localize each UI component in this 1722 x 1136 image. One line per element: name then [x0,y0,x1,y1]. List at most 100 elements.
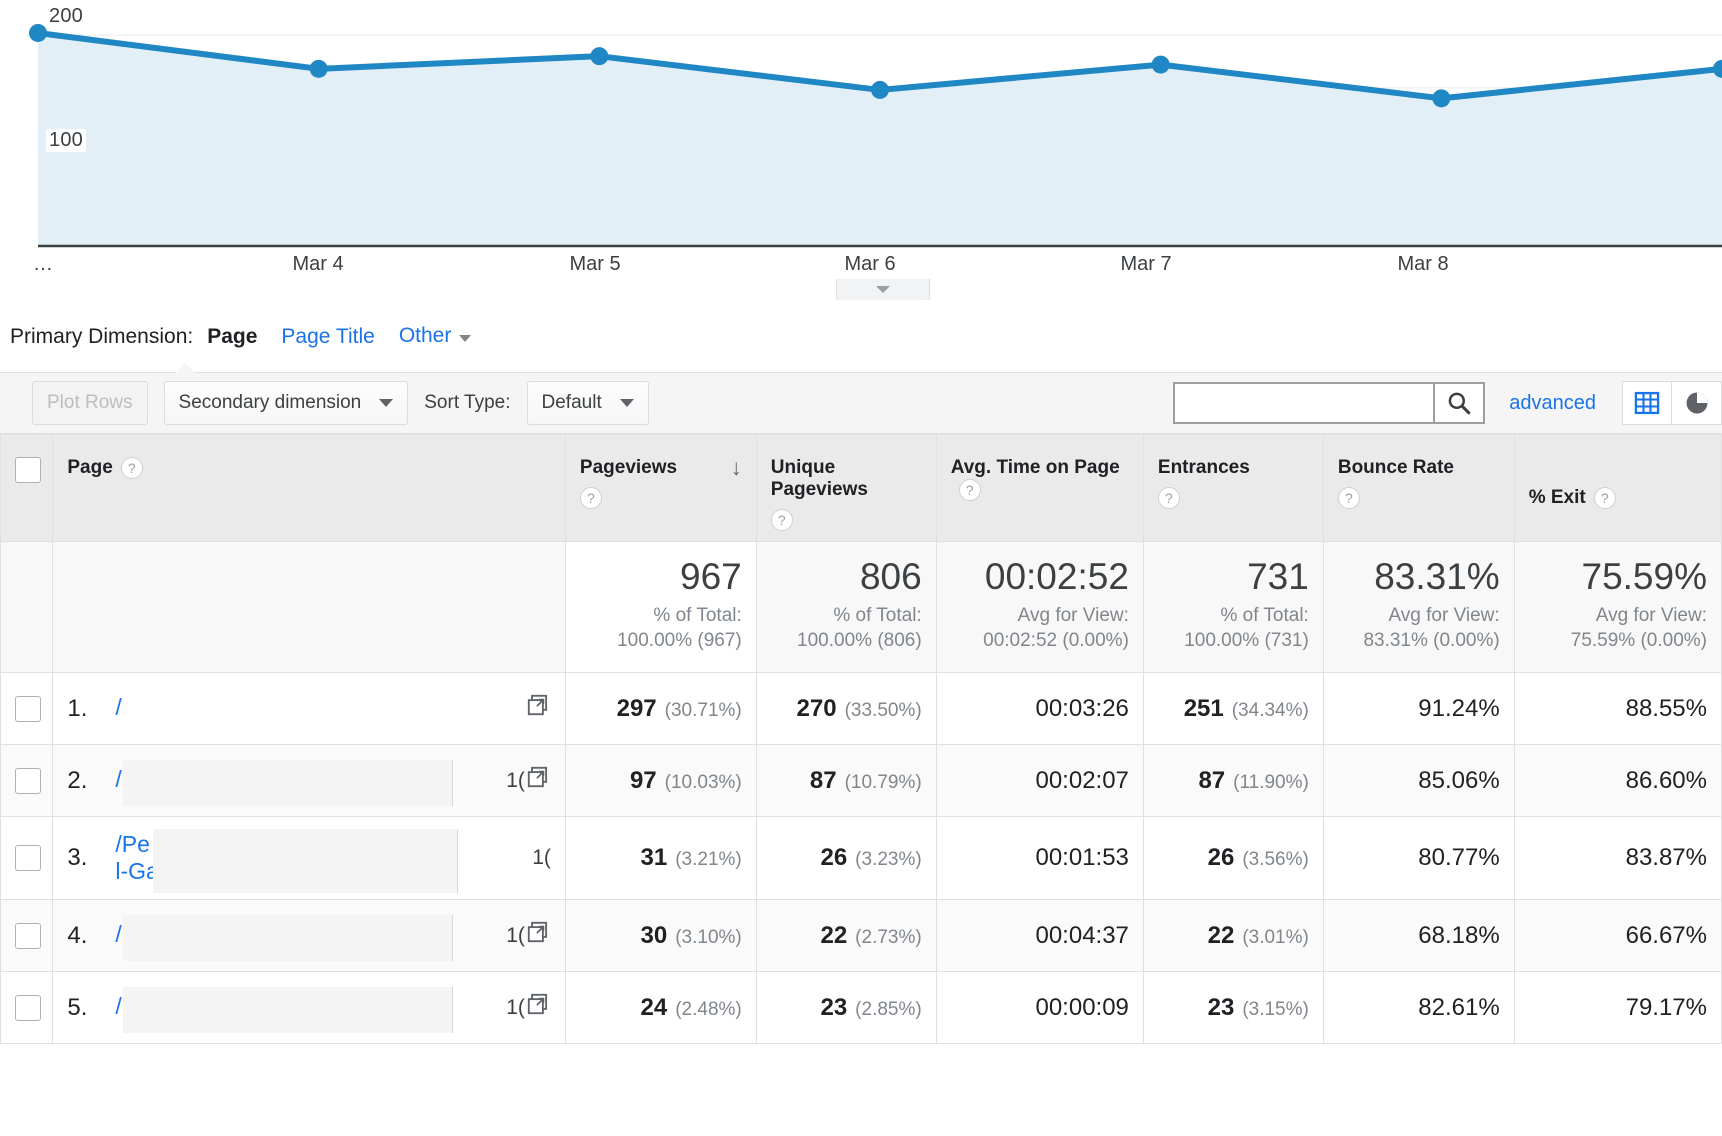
avg-time-cell: 00:01:53 [936,817,1143,900]
pageviews-cell-percent: (10.03%) [665,772,742,793]
unique-pageviews-cell: 270(33.50%) [756,673,936,745]
entrances-cell-percent: (3.56%) [1242,849,1309,870]
exit-cell-value: 83.87% [1626,844,1707,871]
page-link[interactable]: / [115,993,500,1023]
column-header-bounce-rate[interactable]: Bounce Rate ? [1323,435,1514,542]
secondary-dimension-button[interactable]: Secondary dimension [164,381,409,425]
table-row[interactable]: 2./1(97(10.03%)87(10.79%)00:02:0787(11.9… [1,745,1722,817]
pages-table: Page ? Pageviews ↓ ? Unique Pageviews ? … [0,434,1722,1044]
exit-cell-value: 79.17% [1626,994,1707,1021]
column-header-entrances[interactable]: Entrances ? [1143,435,1323,542]
pageviews-chart[interactable]: 200 100 … Mar 4 Mar 5 Mar 6 Mar 7 Mar 8 [0,0,1722,300]
summary-row: 967 % of Total:100.00% (967) 806 % of To… [1,542,1722,673]
entrances-cell-value: 23 [1208,994,1235,1021]
entrances-cell-value: 251 [1184,695,1224,722]
row-checkbox[interactable] [15,768,41,794]
primary-dimension-other[interactable]: Other [399,324,472,348]
help-icon[interactable]: ? [121,457,143,479]
unique-pageviews-cell-value: 87 [810,767,837,794]
unique-pageviews-cell-percent: (10.79%) [845,772,922,793]
page-link[interactable]: / [115,921,500,951]
sort-desc-icon[interactable]: ↓ [731,457,742,479]
open-in-new-window-icon[interactable] [525,919,551,952]
summary-check-cell [1,542,53,673]
bounce-rate-cell: 68.18% [1323,900,1514,972]
x-axis-tick-mar7: Mar 7 [1120,253,1171,276]
table-view-icon[interactable] [1622,381,1672,425]
page-path-text: /Pel-Ga [115,831,158,884]
page-link[interactable]: /Pel-Ga [115,831,526,885]
select-all-checkbox[interactable] [15,457,41,483]
page-cell[interactable]: 3./Pel-Ga1( [53,817,566,900]
primary-dimension-page[interactable]: Page [207,324,257,350]
page-cell[interactable]: 1./ [53,673,566,745]
unique-pageviews-cell-percent: (33.50%) [845,700,922,721]
help-icon[interactable]: ? [771,509,793,531]
unique-pageviews-cell: 87 (10.79%) [756,745,936,817]
select-all-header[interactable] [1,435,53,542]
row-checkbox[interactable] [15,923,41,949]
page-trailing-text: 1( [532,846,551,870]
open-in-new-window-icon[interactable] [525,692,551,725]
open-in-new-window-icon[interactable] [525,764,551,797]
primary-dimension-page-title[interactable]: Page Title [281,324,374,350]
advanced-link[interactable]: advanced [1509,392,1596,415]
bounce-rate-cell-value: 80.77% [1418,844,1499,871]
page-cell[interactable]: 4./1( [53,900,566,972]
primary-dimension-bar: Primary Dimension: Page Page Title Other [0,300,1722,372]
search-icon [1446,390,1472,416]
summary-bounce-sub2: 83.31% (0.00%) [1363,630,1499,651]
table-row[interactable]: 5./1(24(2.48%)23(2.85%)00:00:0923(3.15%)… [1,972,1722,1044]
row-checkbox[interactable] [15,995,41,1021]
entrances-cell: 251 (34.34%) [1143,673,1323,745]
sort-type-select[interactable]: Default [527,381,649,425]
entrances-cell: 26(3.56%) [1143,817,1323,900]
column-header-exit[interactable]: % Exit ? [1514,435,1721,542]
page-path-text: / [115,993,121,1019]
bounce-rate-cell: 82.61% [1323,972,1514,1044]
chevron-down-icon [459,335,471,342]
page-trailing-text: 1( [506,924,525,948]
pageviews-cell: 31(3.21%) [565,817,756,900]
search-input[interactable] [1173,382,1433,424]
chevron-down-icon [379,399,393,407]
column-header-unique-pageviews[interactable]: Unique Pageviews ? [756,435,936,542]
exit-cell: 88.55% [1514,673,1721,745]
search-button[interactable] [1433,382,1485,424]
table-row[interactable]: 1./297(30.71%)270(33.50%)00:03:26251(34.… [1,673,1722,745]
column-header-pageviews[interactable]: Pageviews ↓ ? [565,435,756,542]
entrances-cell-percent: (34.34%) [1232,700,1309,721]
plot-rows-button[interactable]: Plot Rows [32,381,148,425]
column-header-page[interactable]: Page ? [53,435,566,542]
open-in-new-window-icon[interactable] [525,991,551,1024]
help-icon[interactable]: ? [1158,487,1180,509]
table-row[interactable]: 3./Pel-Ga1(31(3.21%)26(3.23%)00:01:5326(… [1,817,1722,900]
column-label-unique-pageviews: Unique Pageviews [771,457,922,501]
pie-view-icon[interactable] [1672,381,1722,425]
bounce-rate-cell: 85.06% [1323,745,1514,817]
y-axis-tick-100: 100 [46,129,86,152]
help-icon[interactable]: ? [580,487,602,509]
page-cell[interactable]: 2./1( [53,745,566,817]
row-select-cell[interactable] [1,817,53,900]
row-select-cell[interactable] [1,745,53,817]
row-select-cell[interactable] [1,900,53,972]
page-cell[interactable]: 5./1( [53,972,566,1044]
row-checkbox[interactable] [15,696,41,722]
help-icon[interactable]: ? [959,479,981,501]
table-row[interactable]: 4./1(30(3.10%)22(2.73%)00:04:3722(3.01%)… [1,900,1722,972]
row-select-cell[interactable] [1,673,53,745]
sort-type-value: Default [542,392,602,414]
page-path-text: / [115,766,121,792]
page-link[interactable]: / [115,766,500,796]
row-checkbox[interactable] [15,845,41,871]
summary-unique-pageviews-cell: 806 % of Total:100.00% (806) [756,542,936,673]
row-select-cell[interactable] [1,972,53,1044]
page-link[interactable]: / [115,694,525,724]
entrances-cell-value: 87 [1198,767,1225,794]
chart-resize-handle[interactable] [836,279,930,301]
summary-exit-sub1: Avg for View: [1596,605,1707,626]
help-icon[interactable]: ? [1594,487,1616,509]
column-header-avg-time[interactable]: Avg. Time on Page ? [936,435,1143,542]
help-icon[interactable]: ? [1338,487,1360,509]
